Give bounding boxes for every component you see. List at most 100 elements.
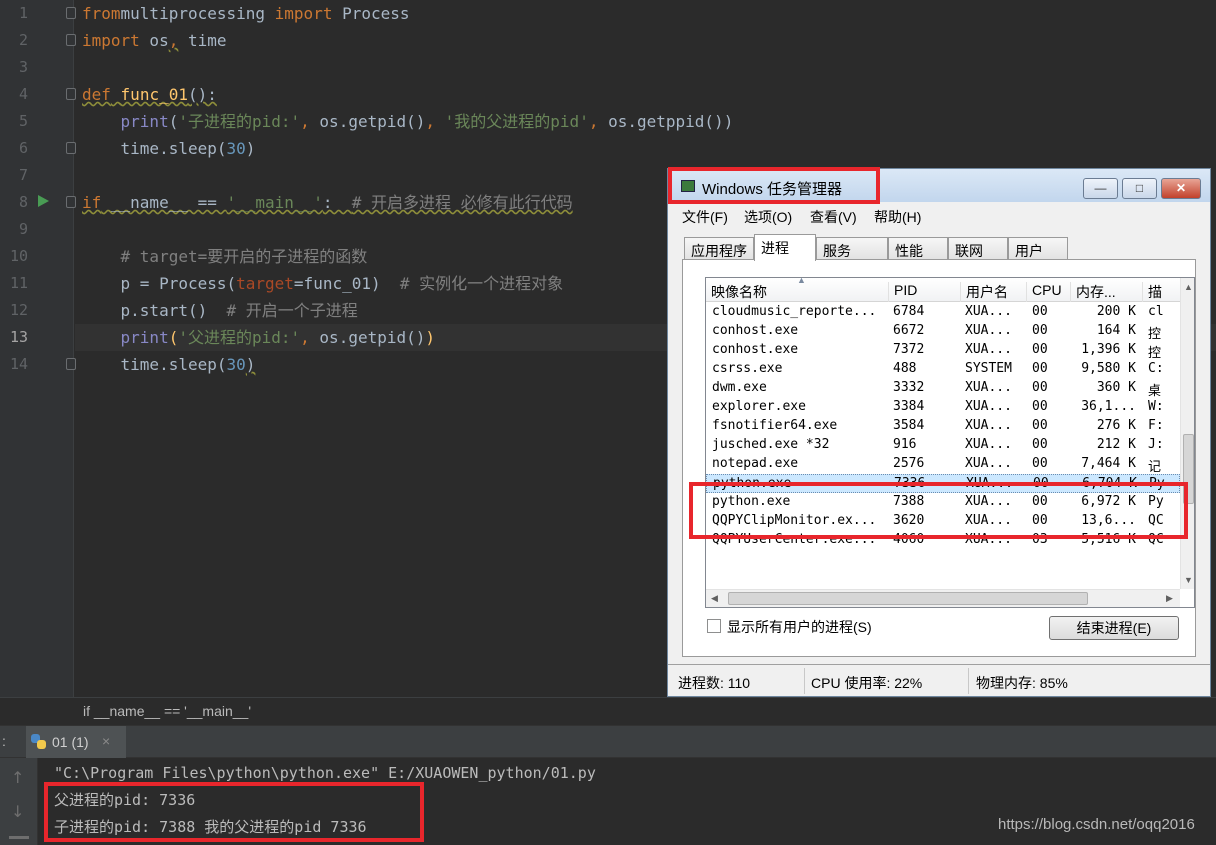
tab-performance[interactable]: 性能 xyxy=(888,237,948,260)
process-list[interactable]: 映像名称 PID 用户名 CPU 内存... 描 ▲ cloudmusic_re… xyxy=(705,277,1195,608)
fold-icon[interactable] xyxy=(66,196,76,208)
tab-users[interactable]: 用户 xyxy=(1008,237,1068,260)
process-row[interactable]: python.exe 7388 XUA... 00 6,972 K Py xyxy=(706,493,1180,512)
horizontal-scrollbar[interactable]: ◀ ▶ xyxy=(706,589,1180,607)
process-row[interactable]: python.exe 7336 XUA... 00 6,704 K Py xyxy=(706,474,1180,493)
process-cell: 00 xyxy=(1032,437,1048,452)
minimize-button[interactable]: — xyxy=(1083,178,1118,199)
code-line[interactable]: p = Process(target=func_01) # 实例化一个进程对象 xyxy=(82,270,564,297)
close-icon[interactable]: × xyxy=(102,733,110,749)
arrow-down-icon[interactable]: ↓ xyxy=(11,802,24,821)
process-cell: QQPYUserCenter.exe... xyxy=(712,532,877,547)
maximize-button[interactable]: □ xyxy=(1122,178,1157,199)
process-row[interactable]: fsnotifier64.exe 3584 XUA... 00 276 K F: xyxy=(706,417,1180,436)
menu-help[interactable]: 帮助(H) xyxy=(874,207,921,227)
process-row[interactable]: explorer.exe 3384 XUA... 00 36,1... W: xyxy=(706,398,1180,417)
show-all-users-checkbox[interactable] xyxy=(707,619,721,633)
code-line[interactable]: if __name__ == '__main__': # 开启多进程 必修有此行… xyxy=(82,189,573,216)
code-line[interactable]: time.sleep(30) xyxy=(82,135,256,162)
code-line[interactable]: print('父进程的pid:', os.getpid()) xyxy=(82,324,436,351)
process-cell: 7372 xyxy=(893,342,925,357)
menu-view[interactable]: 查看(V) xyxy=(810,207,857,227)
code-token: os xyxy=(139,31,169,50)
show-all-users-label: 显示所有用户的进程(S) xyxy=(727,619,872,635)
process-list-header: 映像名称 PID 用户名 CPU 内存... 描 ▲ xyxy=(706,278,1180,302)
process-cell: jusched.exe *32 xyxy=(712,437,830,452)
fold-icon[interactable] xyxy=(66,34,76,46)
scroll-thumb[interactable] xyxy=(1183,434,1194,504)
run-main-icon[interactable] xyxy=(38,195,49,207)
process-row[interactable]: QQPYClipMonitor.ex... 3620 XUA... 00 13,6...… xyxy=(706,512,1180,531)
code-line[interactable]: frommultiprocessing import Process xyxy=(82,0,410,27)
fold-icon[interactable] xyxy=(66,142,76,154)
menu-file[interactable]: 文件(F) xyxy=(682,207,728,227)
process-cell: 记 xyxy=(1148,460,1162,475)
column-pid[interactable]: PID xyxy=(888,282,960,302)
fold-icon[interactable] xyxy=(66,7,76,19)
scroll-right-icon[interactable]: ▶ xyxy=(1166,593,1173,604)
process-cell: dwm.exe xyxy=(712,380,767,395)
watermark: https://blog.csdn.net/oqq2016 xyxy=(998,816,1195,833)
process-cell: 7,464 K xyxy=(1081,456,1136,471)
status-cpu-usage: CPU 使用率: 22% xyxy=(811,675,923,691)
process-cell: 6,972 K xyxy=(1081,494,1136,509)
process-row[interactable]: cloudmusic_reporte... 6784 XUA... 00 200 K cl xyxy=(706,303,1180,322)
hscroll-thumb[interactable] xyxy=(728,592,1088,605)
scroll-up-icon[interactable]: ▲ xyxy=(1184,282,1193,292)
code-line[interactable]: print('子进程的pid:', os.getpid(), '我的父进程的pi… xyxy=(82,108,734,135)
scroll-left-icon[interactable]: ◀ xyxy=(711,593,718,604)
code-line[interactable]: time.sleep(30) xyxy=(82,351,256,378)
code-line[interactable]: # target=要开启的子进程的函数 xyxy=(82,243,368,270)
process-cell: 桌 xyxy=(1148,384,1162,399)
process-row[interactable]: conhost.exe 6672 XUA... 00 164 K 控 xyxy=(706,322,1180,342)
breadcrumb[interactable]: if __name__ == '__main__' xyxy=(0,697,1216,725)
process-cell: 360 K xyxy=(1096,380,1136,395)
close-button[interactable]: ✕ xyxy=(1161,178,1201,199)
fold-icon[interactable] xyxy=(66,358,76,370)
arrow-up-icon[interactable]: ↑ xyxy=(11,768,24,787)
process-cell: 控 xyxy=(1148,327,1162,342)
scroll-down-icon[interactable]: ▼ xyxy=(1184,575,1193,585)
line-number: 3 xyxy=(18,58,28,76)
vertical-scrollbar[interactable]: ▲ ▼ xyxy=(1180,278,1194,589)
code-line[interactable]: p.start() # 开启一个子进程 xyxy=(82,297,358,324)
process-row[interactable]: notepad.exe 2576 XUA... 00 7,464 K 记 xyxy=(706,455,1180,475)
fold-icon[interactable] xyxy=(66,88,76,100)
process-cell: 6,704 K xyxy=(1082,476,1137,491)
code-token: ) xyxy=(425,328,436,347)
process-cell: 00 xyxy=(1032,361,1048,376)
process-row[interactable]: csrss.exe 488 SYSTEM 00 9,580 K C: xyxy=(706,360,1180,379)
tab-applications[interactable]: 应用程序 xyxy=(684,237,754,260)
process-cell: W: xyxy=(1148,399,1164,414)
column-description[interactable]: 描 xyxy=(1142,282,1180,302)
process-row[interactable]: jusched.exe *32 916 XUA... 00 212 K J: xyxy=(706,436,1180,455)
line-number: 6 xyxy=(18,139,28,157)
sort-arrow-icon: ▲ xyxy=(797,277,806,285)
code-token: os.getpid() xyxy=(319,328,426,347)
code-token: ( xyxy=(168,112,179,131)
process-cell: 276 K xyxy=(1096,418,1136,433)
run-tab[interactable]: 01 (1) × xyxy=(26,726,126,759)
column-cpu[interactable]: CPU xyxy=(1026,282,1070,302)
process-cell: 6672 xyxy=(893,323,925,338)
code-line[interactable]: import os, time xyxy=(82,27,227,54)
column-username[interactable]: 用户名 xyxy=(960,282,1026,302)
code-token: '我的父进程的pid' xyxy=(444,112,589,131)
process-row[interactable]: dwm.exe 3332 XUA... 00 360 K 桌 xyxy=(706,379,1180,399)
menu-options[interactable]: 选项(O) xyxy=(744,207,792,227)
end-process-button[interactable]: 结束进程(E) xyxy=(1049,616,1179,640)
tab-services[interactable]: 服务 xyxy=(816,237,888,260)
code-line[interactable]: def func_01(): xyxy=(82,81,217,108)
task-manager-titlebar[interactable]: Windows 任务管理器 — □ ✕ xyxy=(668,169,1210,202)
column-memory[interactable]: 内存... xyxy=(1070,282,1142,302)
process-row[interactable]: conhost.exe 7372 XUA... 00 1,396 K 控 xyxy=(706,341,1180,361)
process-cell: 13,6... xyxy=(1081,513,1136,528)
code-token: '父进程的pid:' xyxy=(178,328,301,347)
process-cell: 164 K xyxy=(1096,323,1136,338)
process-row[interactable]: QQPYUserCenter.exe... 4060 XUA... 03 5,516 K… xyxy=(706,531,1180,550)
line-number: 4 xyxy=(18,85,28,103)
soft-wrap-icon[interactable] xyxy=(9,836,29,839)
tab-networking[interactable]: 联网 xyxy=(948,237,1008,260)
run-toolbar: : 01 (1) × xyxy=(0,725,1216,759)
tab-processes[interactable]: 进程 xyxy=(754,234,816,261)
